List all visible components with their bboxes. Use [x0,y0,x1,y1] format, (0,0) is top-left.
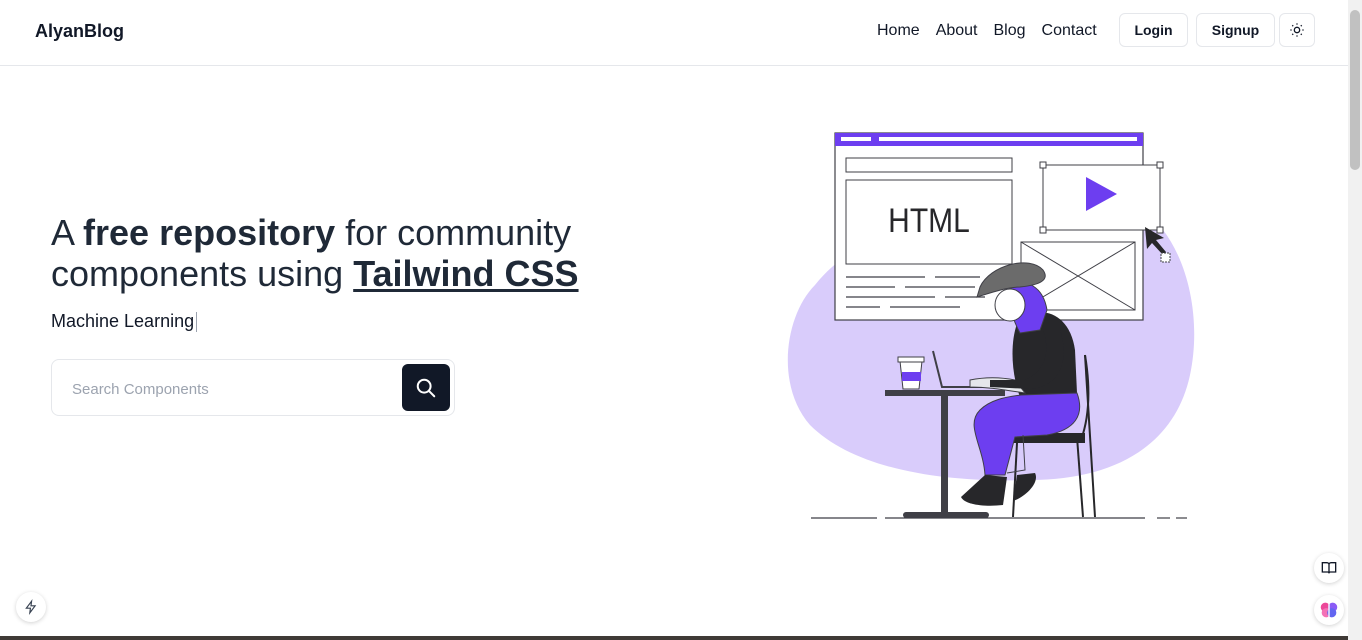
bolt-icon [25,599,37,615]
hero-title-part1: A [51,212,84,253]
theme-toggle-button[interactable] [1279,13,1315,47]
search-icon [416,378,436,397]
signup-button[interactable]: Signup [1196,13,1275,47]
docs-button[interactable] [1314,553,1344,583]
html-label: HTML [888,201,970,239]
brand-logo[interactable]: AlyanBlog [35,21,124,42]
navbar: AlyanBlog Home About Blog Contact Login … [0,0,1348,66]
nav-link-about[interactable]: About [936,22,978,40]
person-face [994,288,1026,322]
hero-illustration: HTML [787,132,1195,519]
typing-cursor [196,312,198,333]
table [885,390,1005,396]
tailwind-link[interactable]: Tailwind CSS [353,253,578,294]
scrollbar-thumb[interactable] [1350,10,1360,170]
ai-assistant-button[interactable] [1314,595,1344,625]
typed-text: Machine Learning [51,311,195,331]
book-icon [1321,562,1337,574]
search-box [51,359,455,416]
bottom-section-edge [0,636,1348,640]
typed-subtitle: Machine Learning [51,311,198,333]
brain-icon [1320,602,1338,618]
nav-link-blog[interactable]: Blog [994,22,1026,40]
search-button[interactable] [402,364,450,411]
login-button[interactable]: Login [1119,13,1188,47]
nav-link-home[interactable]: Home [877,22,920,40]
hero-title: A free repository for community componen… [51,212,671,294]
person-shoe [961,475,1007,506]
scrollbar[interactable] [1348,0,1362,640]
search-input[interactable] [70,376,394,402]
quick-action-button[interactable] [16,592,46,622]
hero-title-bold: free repository [83,212,336,253]
nav-links: Home About Blog Contact [877,22,1097,40]
nav-link-contact[interactable]: Contact [1042,22,1097,40]
sun-icon [1290,23,1304,37]
